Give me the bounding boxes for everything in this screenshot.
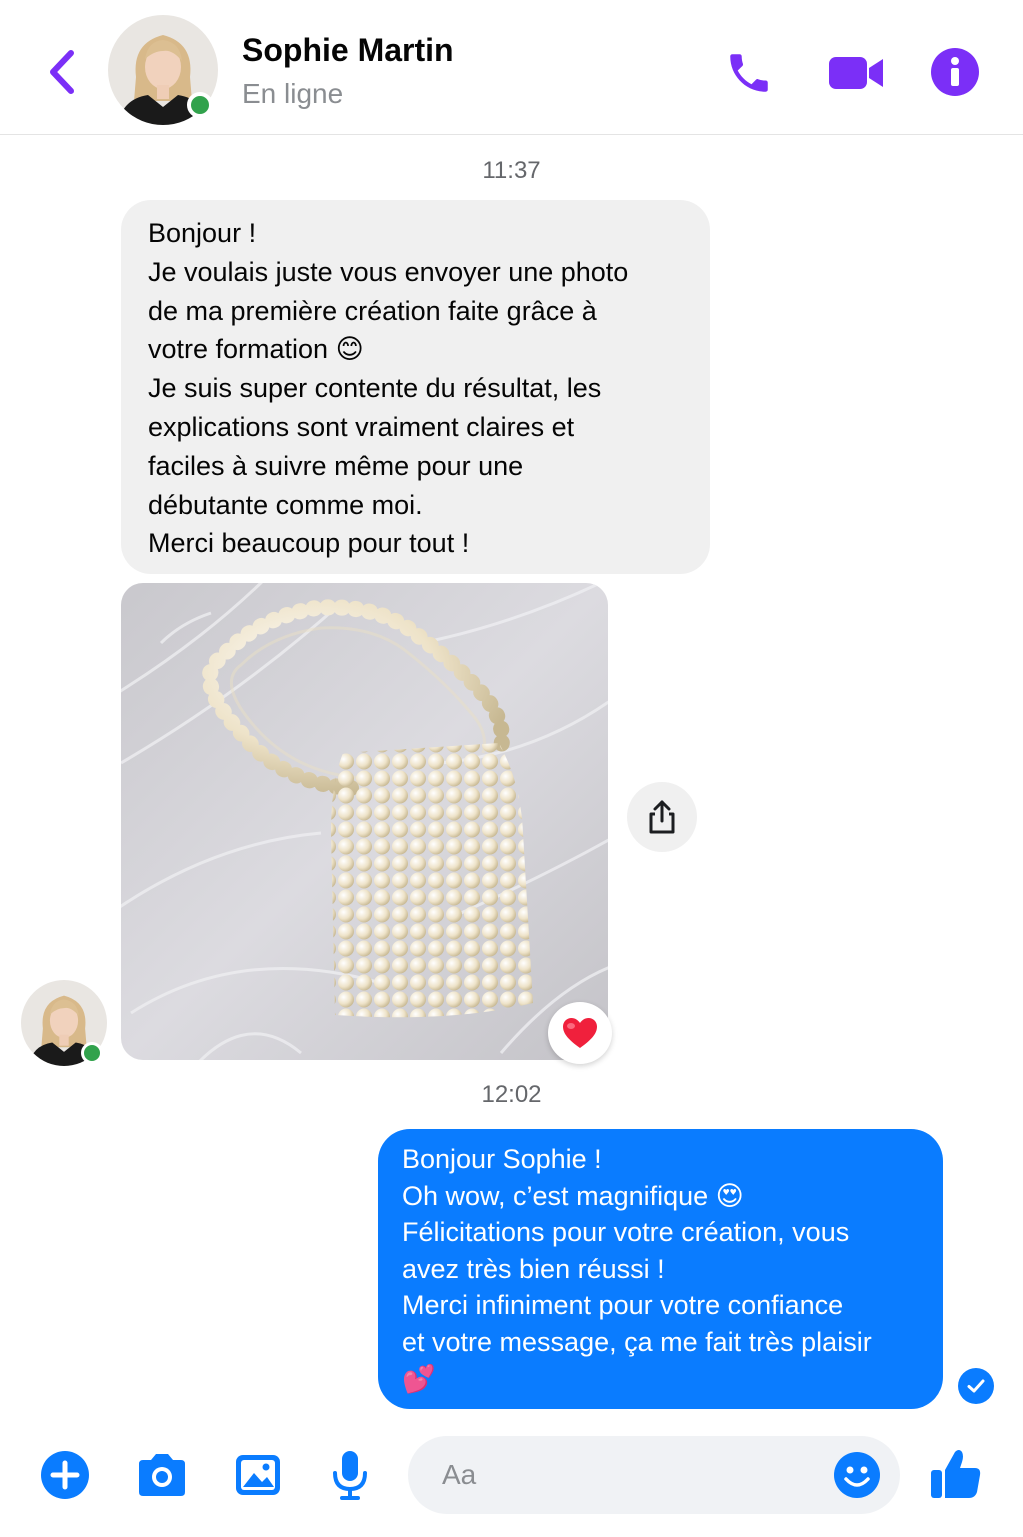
photo-attachment[interactable] <box>121 583 608 1060</box>
video-camera-icon <box>829 57 883 89</box>
camera-icon <box>139 1454 185 1496</box>
heart-icon <box>563 1018 597 1048</box>
gallery-button[interactable] <box>232 1450 284 1500</box>
outgoing-message-bubble[interactable]: Bonjour Sophie ! Oh wow, c’est magnifiqu… <box>378 1129 943 1409</box>
share-button[interactable] <box>627 782 697 852</box>
emoji-icon <box>834 1452 880 1498</box>
video-call-button[interactable] <box>826 48 886 98</box>
message-input[interactable] <box>408 1436 900 1514</box>
thumbs-up-icon <box>931 1450 981 1498</box>
contact-name[interactable]: Sophie Martin <box>242 32 454 69</box>
contact-status: En ligne <box>242 78 344 109</box>
camera-button[interactable] <box>134 1450 190 1500</box>
message-timestamp: 11:37 <box>482 157 541 184</box>
online-indicator <box>81 1042 103 1064</box>
like-button[interactable] <box>928 1446 984 1502</box>
online-indicator <box>187 92 213 118</box>
message-timestamp: 12:02 <box>481 1081 542 1108</box>
microphone-icon <box>333 1451 367 1500</box>
voice-message-button[interactable] <box>330 1448 370 1502</box>
plus-icon <box>41 1451 89 1499</box>
incoming-message-bubble[interactable]: Bonjour ! Je voulais juste vous envoyer … <box>121 200 710 574</box>
emoji-button[interactable] <box>832 1450 882 1500</box>
read-receipt-icon <box>958 1368 994 1404</box>
call-button[interactable] <box>722 46 776 100</box>
share-icon <box>649 800 675 834</box>
chevron-left-icon <box>50 50 74 94</box>
info-icon <box>931 48 979 96</box>
phone-icon <box>730 54 768 92</box>
info-button[interactable] <box>929 46 981 98</box>
heart-reaction[interactable] <box>548 1002 612 1064</box>
image-icon <box>236 1455 280 1495</box>
more-actions-button[interactable] <box>40 1450 90 1500</box>
back-button[interactable] <box>40 46 84 98</box>
